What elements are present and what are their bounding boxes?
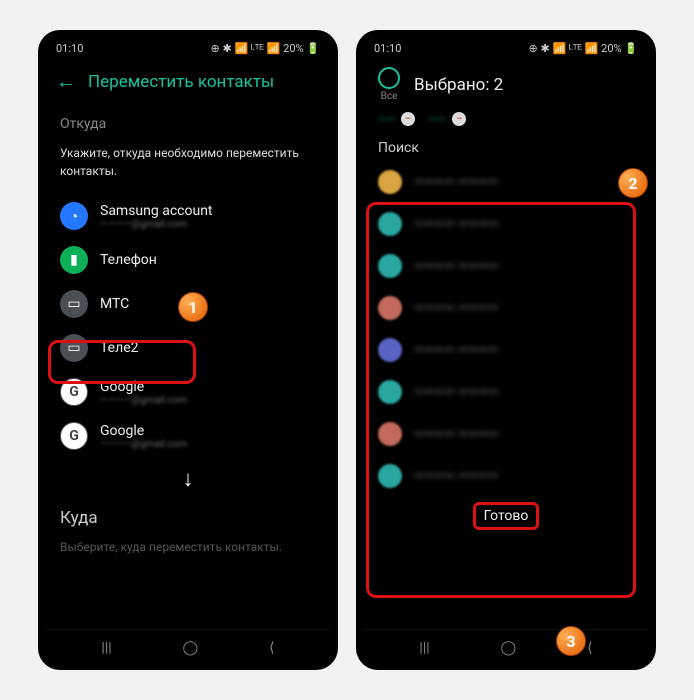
contact-row[interactable]: ———— ————	[378, 374, 634, 410]
contact-avatar	[378, 422, 402, 446]
google-icon: G	[60, 378, 88, 406]
samsung-icon: ◔	[60, 202, 88, 230]
source-item-google-1[interactable]: G Google————@gmail.com	[46, 370, 330, 414]
phone-icon: ▮	[60, 246, 88, 274]
instruction-text: Укажите, откуда необходимо переместить к…	[46, 140, 330, 194]
to-hint: Выберите, куда переместить контакты.	[46, 536, 330, 558]
nav-back-icon[interactable]: ⟨	[587, 640, 592, 656]
status-time: 01:10	[374, 42, 401, 55]
source-label: МТС	[100, 296, 129, 312]
sim-icon: ▭	[60, 334, 88, 362]
arrow-down-icon: ↓	[46, 458, 330, 498]
source-list: ◔ Samsung account————@gmail.com ▮ Телефо…	[46, 194, 330, 458]
select-all-checkbox[interactable]	[378, 67, 400, 89]
phone-right: 01:10 ⊕ ✱ 📶 ᴸᵀᴱ 📶 20% 🔋 Все Выбрано: 2 —…	[356, 30, 656, 670]
sim-icon: ▭	[60, 290, 88, 318]
contact-avatar	[378, 338, 402, 362]
search-label[interactable]: Поиск	[364, 136, 648, 164]
google-icon: G	[60, 422, 88, 450]
contact-row[interactable]: ———— ————	[378, 248, 634, 284]
contact-name: ———— ————	[414, 217, 498, 232]
contacts-list: ———— ———— ———— ———— ———— ———— ———— ———— ————…	[364, 164, 648, 494]
contact-avatar	[378, 464, 402, 488]
contact-avatar	[378, 296, 402, 320]
back-icon[interactable]: ←	[56, 69, 76, 94]
source-item-tele2[interactable]: ▭ Теле2	[46, 326, 330, 370]
nav-recent-icon[interactable]: |||	[101, 640, 111, 656]
contact-name: ———— ————	[414, 427, 498, 442]
chip-item[interactable]: ——–	[429, 112, 466, 126]
selection-header: Все Выбрано: 2	[364, 61, 648, 106]
contact-row[interactable]: ———— ————	[378, 458, 634, 494]
callout-badge-1: 1	[178, 292, 208, 322]
contact-name: ———— ————	[414, 259, 498, 274]
contact-avatar	[378, 170, 402, 194]
source-item-phone[interactable]: ▮ Телефон	[46, 238, 330, 282]
selected-chips: ——– ——–	[364, 106, 648, 136]
contact-row[interactable]: ———— ————	[378, 290, 634, 326]
to-label: Куда	[46, 498, 330, 536]
status-time: 01:10	[56, 42, 83, 55]
contact-avatar	[378, 212, 402, 236]
contact-row[interactable]: ———— ————	[378, 206, 634, 242]
phone-left: 01:10 ⊕ ✱ 📶 ᴸᵀᴱ 📶 20% 🔋 ← Переместить ко…	[38, 30, 338, 670]
contact-row[interactable]: ———— ————	[378, 416, 634, 452]
contact-avatar	[378, 254, 402, 278]
nav-home-icon[interactable]: ◯	[183, 640, 199, 656]
contact-name: ———— ————	[414, 343, 498, 358]
nav-back-icon[interactable]: ⟨	[269, 640, 274, 656]
remove-chip-icon[interactable]: –	[401, 112, 415, 126]
status-bar: 01:10 ⊕ ✱ 📶 ᴸᵀᴱ 📶 20% 🔋	[46, 40, 330, 61]
remove-chip-icon[interactable]: –	[452, 112, 466, 126]
callout-badge-3: 3	[556, 626, 586, 656]
selection-count: Выбрано: 2	[414, 75, 503, 95]
nav-home-icon[interactable]: ◯	[501, 640, 517, 656]
source-label: Телефон	[100, 252, 157, 268]
contact-avatar	[378, 380, 402, 404]
done-button[interactable]: Готово	[473, 502, 540, 530]
contact-name: ———— ————	[414, 385, 498, 400]
source-label: Теле2	[100, 340, 139, 356]
chip-item[interactable]: ——–	[378, 112, 415, 126]
source-item-google-2[interactable]: G Google————@gmail.com	[46, 414, 330, 458]
screen-header: ← Переместить контакты	[46, 61, 330, 106]
from-label: Откуда	[46, 106, 330, 140]
select-all-label: Все	[381, 91, 398, 102]
status-icons-right: ⊕ ✱ 📶 ᴸᵀᴱ 📶 20% 🔋	[211, 42, 320, 55]
android-navbar: ||| ◯ ⟨	[364, 629, 648, 658]
contact-name: ———— ————	[414, 469, 498, 484]
page-title: Переместить контакты	[88, 72, 274, 92]
contact-row[interactable]: ———— ————	[378, 332, 634, 368]
nav-recent-icon[interactable]: |||	[419, 640, 429, 656]
callout-badge-2: 2	[618, 168, 648, 198]
contact-row[interactable]: ———— ————	[378, 164, 634, 200]
contact-name: ———— ————	[414, 175, 498, 190]
status-icons-right: ⊕ ✱ 📶 ᴸᵀᴱ 📶 20% 🔋	[529, 42, 638, 55]
android-navbar: ||| ◯ ⟨	[46, 629, 330, 658]
status-bar: 01:10 ⊕ ✱ 📶 ᴸᵀᴱ 📶 20% 🔋	[364, 40, 648, 61]
source-item-samsung[interactable]: ◔ Samsung account————@gmail.com	[46, 194, 330, 238]
contact-name: ———— ————	[414, 301, 498, 316]
